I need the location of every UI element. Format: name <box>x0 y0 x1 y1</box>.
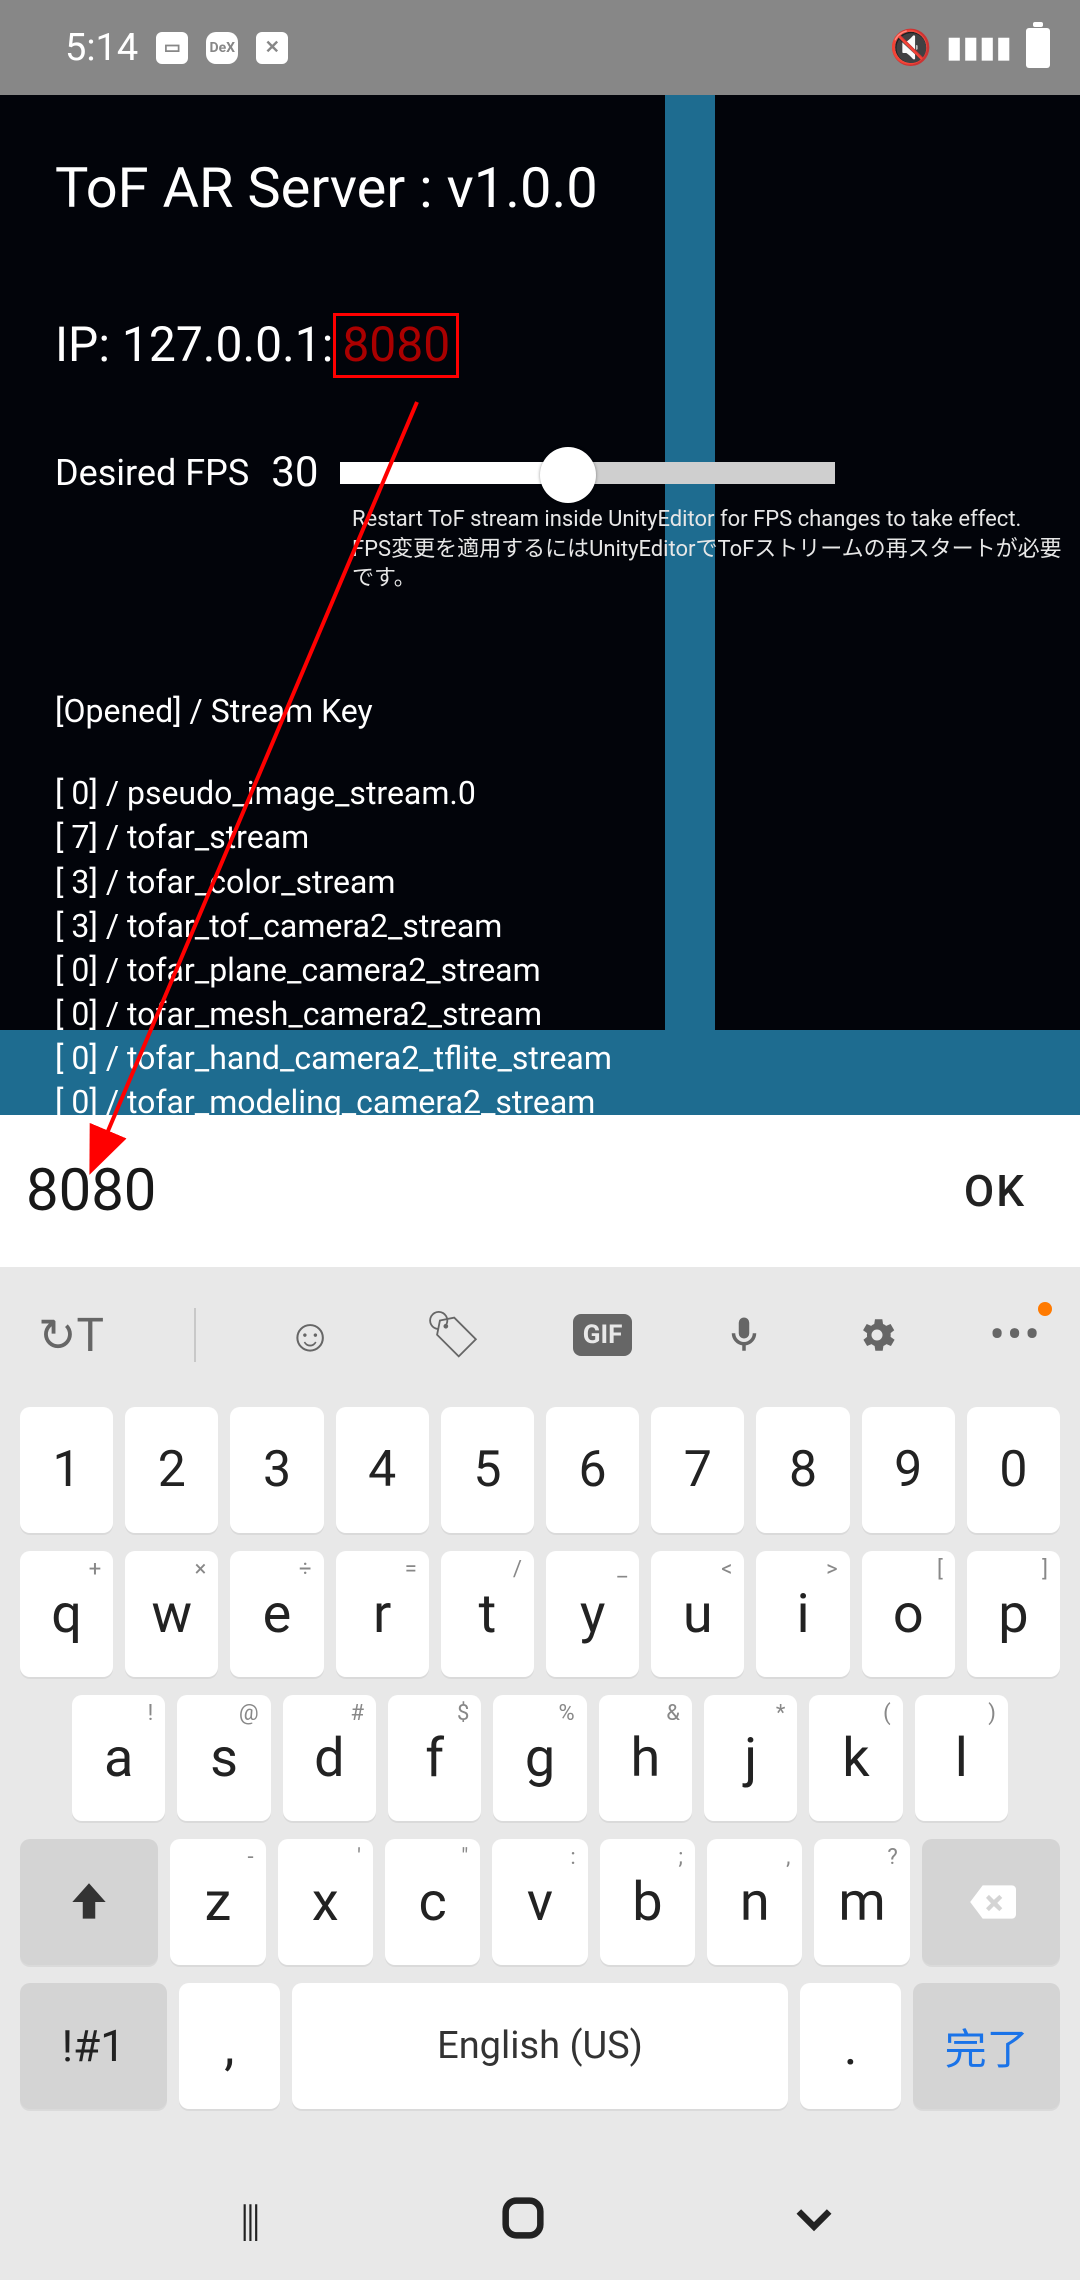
battery-icon <box>1026 28 1050 68</box>
key-h[interactable]: &h <box>599 1695 692 1821</box>
text-input-bar: 8080 OK <box>0 1115 1080 1267</box>
key-5[interactable]: 5 <box>441 1407 534 1533</box>
key-x[interactable]: 'x <box>278 1839 373 1965</box>
stream-item: [ 0] / tofar_plane_camera2_stream <box>55 948 1080 992</box>
navigation-bar: ||| <box>0 2160 1080 2280</box>
ip-value: 127.0.0.1 <box>122 316 322 373</box>
key-b[interactable]: ;b <box>600 1839 695 1965</box>
key-o[interactable]: [o <box>862 1551 955 1677</box>
key-l[interactable]: )l <box>915 1695 1008 1821</box>
key-8[interactable]: 8 <box>756 1407 849 1533</box>
port-value-highlighted[interactable]: 8080 <box>333 313 459 378</box>
kb-row-qwerty: +q ×w ÷e =r /t _y <u >i [o ]p <box>20 1551 1060 1677</box>
key-1[interactable]: 1 <box>20 1407 113 1533</box>
fps-value: 30 <box>271 448 318 497</box>
kb-row-zxcv: -z 'x "c :v ;b ,n ?m <box>20 1839 1060 1965</box>
vibrate-icon: 🔇 <box>890 28 932 68</box>
stream-item: [ 0] / pseudo_image_stream.0 <box>55 771 1080 815</box>
stream-item: [ 3] / tofar_color_stream <box>55 860 1080 904</box>
key-k[interactable]: (k <box>809 1695 902 1821</box>
key-shift[interactable] <box>20 1839 158 1965</box>
key-y[interactable]: _y <box>546 1551 639 1677</box>
gif-icon[interactable]: GIF <box>573 1314 633 1356</box>
toolbar-divider <box>194 1308 196 1362</box>
key-6[interactable]: 6 <box>546 1407 639 1533</box>
key-q[interactable]: +q <box>20 1551 113 1677</box>
soft-keyboard: ↻T ☺ 🏷 GIF ••• 1 2 3 4 5 6 7 8 9 0 +q ×w <box>0 1267 1080 2277</box>
stream-item: [ 0] / tofar_modeling_camera2_stream <box>55 1080 1080 1115</box>
fps-slider-thumb[interactable] <box>540 447 596 503</box>
close-notif-icon: ✕ <box>256 32 288 64</box>
image-icon: ▭ <box>156 32 188 64</box>
key-m[interactable]: ?m <box>814 1839 909 1965</box>
key-s[interactable]: @s <box>177 1695 270 1821</box>
key-2[interactable]: 2 <box>125 1407 218 1533</box>
nav-back[interactable] <box>788 2192 840 2248</box>
ip-address-line: IP: 127.0.0.1:8080 <box>55 316 1080 373</box>
key-f[interactable]: $f <box>388 1695 481 1821</box>
stream-item: [ 3] / tofar_tof_camera2_stream <box>55 904 1080 948</box>
streams-list: [Opened] / Stream Key [ 0] / pseudo_imag… <box>55 689 1080 1115</box>
emoji-icon[interactable]: ☺ <box>287 1308 334 1363</box>
key-7[interactable]: 7 <box>651 1407 744 1533</box>
key-g[interactable]: %g <box>493 1695 586 1821</box>
key-done[interactable]: 完了 <box>913 1983 1060 2109</box>
kb-row-bottom: !#1 , English (US) . 完了 <box>20 1983 1060 2109</box>
key-w[interactable]: ×w <box>125 1551 218 1677</box>
status-bar: 5:14 ▭ DeX ✕ 🔇 ▮▮▮▮ <box>0 0 1080 95</box>
key-n[interactable]: ,n <box>707 1839 802 1965</box>
mic-icon[interactable] <box>723 1308 765 1362</box>
fps-note: Restart ToF stream inside UnityEditor fo… <box>352 505 1080 594</box>
key-v[interactable]: :v <box>492 1839 587 1965</box>
key-backspace[interactable] <box>922 1839 1060 1965</box>
key-symbols[interactable]: !#1 <box>20 1983 167 2109</box>
port-input-field[interactable]: 8080 <box>26 1157 156 1225</box>
key-t[interactable]: /t <box>441 1551 534 1677</box>
kb-row-numbers: 1 2 3 4 5 6 7 8 9 0 <box>20 1407 1060 1533</box>
key-period[interactable]: . <box>800 1983 901 2109</box>
key-i[interactable]: >i <box>756 1551 849 1677</box>
key-4[interactable]: 4 <box>336 1407 429 1533</box>
more-icon[interactable]: ••• <box>989 1308 1042 1362</box>
stream-item: [ 7] / tofar_stream <box>55 815 1080 859</box>
settings-icon[interactable] <box>855 1313 899 1357</box>
key-u[interactable]: <u <box>651 1551 744 1677</box>
key-c[interactable]: "c <box>385 1839 480 1965</box>
fps-label: Desired FPS <box>55 452 249 494</box>
text-mode-icon[interactable]: ↻T <box>38 1308 104 1363</box>
key-0[interactable]: 0 <box>967 1407 1060 1533</box>
dex-icon: DeX <box>206 32 238 64</box>
stream-item: [ 0] / tofar_hand_camera2_tflite_stream <box>55 1036 1080 1080</box>
key-d[interactable]: #d <box>283 1695 376 1821</box>
ok-button[interactable]: OK <box>964 1165 1026 1217</box>
key-space[interactable]: English (US) <box>292 1983 788 2109</box>
nav-home[interactable] <box>497 2192 549 2248</box>
status-time: 5:14 <box>65 26 138 70</box>
key-comma[interactable]: , <box>179 1983 280 2109</box>
kb-row-asdf: !a @s #d $f %g &h *j (k )l <box>20 1695 1060 1821</box>
key-3[interactable]: 3 <box>230 1407 323 1533</box>
key-p[interactable]: ]p <box>967 1551 1060 1677</box>
app-screen: ToF AR Server : v1.0.0 IP: 127.0.0.1:808… <box>0 95 1080 1115</box>
nav-recents[interactable]: ||| <box>240 2194 257 2246</box>
key-e[interactable]: ÷e <box>230 1551 323 1677</box>
app-title: ToF AR Server : v1.0.0 <box>55 155 1080 221</box>
fps-slider[interactable] <box>340 462 835 484</box>
stream-item: [ 0] / tofar_mesh_camera2_stream <box>55 992 1080 1036</box>
key-r[interactable]: =r <box>336 1551 429 1677</box>
streams-header: [Opened] / Stream Key <box>55 689 1080 733</box>
key-9[interactable]: 9 <box>862 1407 955 1533</box>
signal-icon: ▮▮▮▮ <box>946 30 1012 65</box>
sticker-icon[interactable]: 🏷 <box>424 1308 482 1362</box>
key-a[interactable]: !a <box>72 1695 165 1821</box>
key-j[interactable]: *j <box>704 1695 797 1821</box>
key-z[interactable]: -z <box>170 1839 265 1965</box>
ip-label: IP: <box>55 316 122 373</box>
